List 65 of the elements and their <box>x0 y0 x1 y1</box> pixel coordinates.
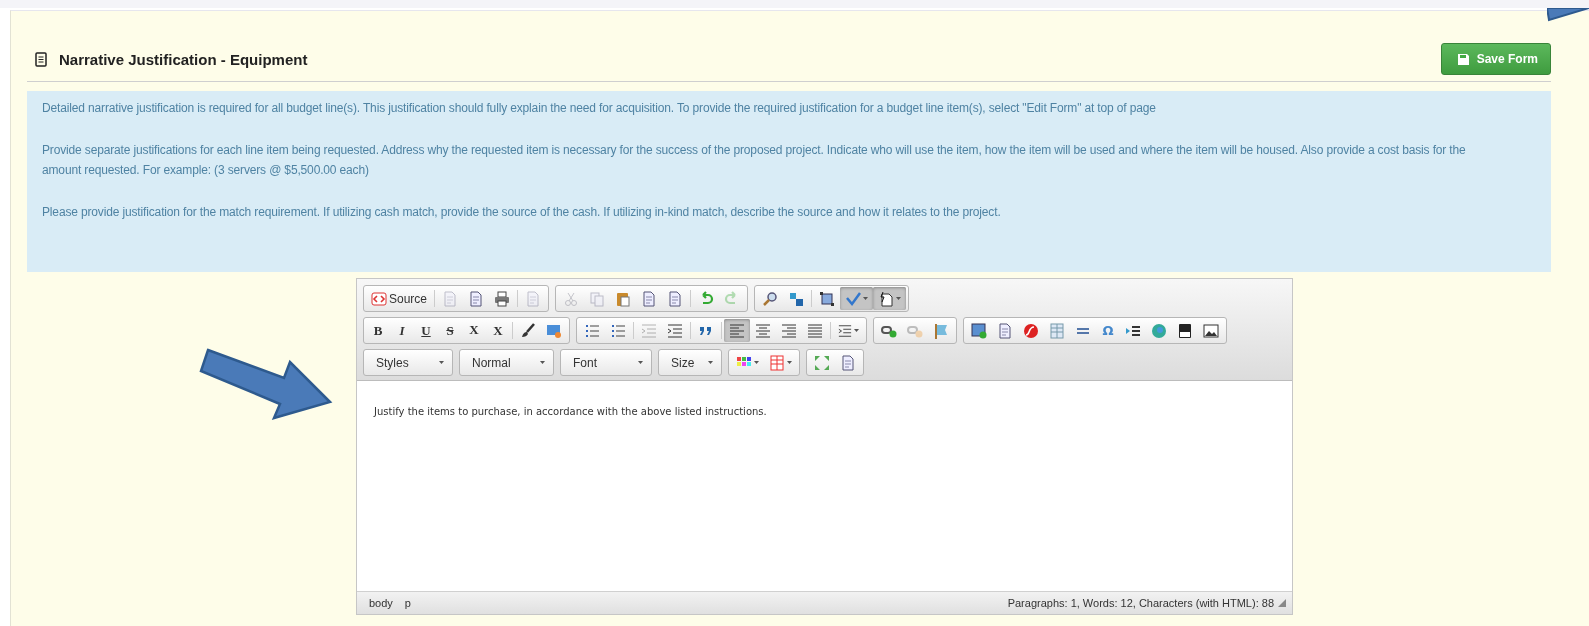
copy-icon <box>589 290 606 307</box>
clipboard-icon <box>615 290 632 307</box>
flag-icon <box>933 322 949 339</box>
section-title: Narrative Justification - Equipment <box>59 50 308 68</box>
element-path-link[interactable]: body <box>369 597 393 609</box>
instruction-text: Provide separate justifications for each line item being requested. Address why the requested item is necessary for the success of the proposed project. Indicate who will use the item, how the item will be used and where the item will be housed. Also provide a cost basis for the amount requested. For example: (3 servers @ $5,500.00 each) <box>42 142 1467 179</box>
scissors-icon <box>563 290 580 307</box>
replace-icon <box>788 290 805 307</box>
document-icon <box>525 290 542 307</box>
dropdown-select[interactable]: Font <box>560 349 652 376</box>
eraser-icon <box>546 322 562 339</box>
dropdown-select[interactable]: Styles <box>363 349 453 376</box>
format-button[interactable]: B <box>366 319 390 342</box>
table-icon <box>1049 322 1065 339</box>
format-button[interactable]: X <box>462 319 486 342</box>
source-button[interactable]: Source <box>366 287 433 310</box>
code-icon <box>371 290 387 307</box>
indent-icon <box>667 322 683 339</box>
indent-icon <box>641 322 657 339</box>
arrow-drawing <box>1547 8 1589 22</box>
word-count: Paragraphs: 1, Words: 12, Characters (with HTML): 88 <box>1007 597 1274 609</box>
resize-handle-icon[interactable] <box>1278 599 1286 607</box>
caret-icon <box>638 361 643 364</box>
dropdown-select[interactable]: Normal <box>459 349 554 376</box>
editor-content[interactable]: Justify the items to purchase, in accordance with the above listed instructions. <box>357 381 1292 591</box>
format-button[interactable]: U <box>414 319 438 342</box>
align-lines-icon <box>755 322 771 339</box>
format-button[interactable]: S <box>438 319 462 342</box>
element-path-link[interactable]: p <box>404 597 411 609</box>
align-lines-icon <box>781 322 797 339</box>
image-icon <box>971 322 987 339</box>
format-button[interactable]: I <box>390 319 414 342</box>
align-lines-icon <box>729 322 745 339</box>
editor-text: Justify the items to purchase, in accordance with the above listed instructions. <box>374 406 767 417</box>
document-icon <box>997 322 1013 339</box>
document-icon <box>442 290 459 307</box>
document-icon <box>468 290 485 307</box>
caret-icon <box>708 361 713 364</box>
document-icon <box>878 290 895 307</box>
list-icon <box>610 322 626 339</box>
document-icon <box>667 290 684 307</box>
document-icon <box>840 354 856 371</box>
brush-icon <box>520 322 536 339</box>
list-icon <box>584 322 600 339</box>
instruction-text: Please provide justification for the match requirement. If utilizing cash match, provide the source of the cash. If utilizing in-kind match, describe the source and how it relates to the project. <box>42 204 1002 221</box>
video-icon <box>1177 322 1193 339</box>
indent-icon <box>838 322 852 339</box>
document-icon <box>641 290 658 307</box>
document-icon <box>35 51 47 67</box>
caret-icon <box>439 361 444 364</box>
dropdown-select[interactable]: Size <box>658 349 722 376</box>
align-lines-icon <box>807 322 823 339</box>
globe-icon <box>1151 322 1167 339</box>
checkmark-icon <box>845 290 862 307</box>
flash-icon <box>1023 322 1039 339</box>
table-icon <box>769 354 785 371</box>
caret-icon <box>540 361 545 364</box>
search-icon <box>762 290 779 307</box>
image-icon <box>1203 322 1219 339</box>
printer-icon <box>494 290 511 307</box>
toolbar-button[interactable] <box>873 287 907 310</box>
expand-icon <box>814 354 830 371</box>
format-button[interactable]: X <box>486 319 510 342</box>
selection-icon <box>819 290 836 307</box>
instruction-text: Detailed narrative justification is required for all budget line(s). This justification should fully explain the need for acquisition. To provide the required justification for a budget line item(s), select "Edit Form" at top of page <box>42 100 1157 117</box>
